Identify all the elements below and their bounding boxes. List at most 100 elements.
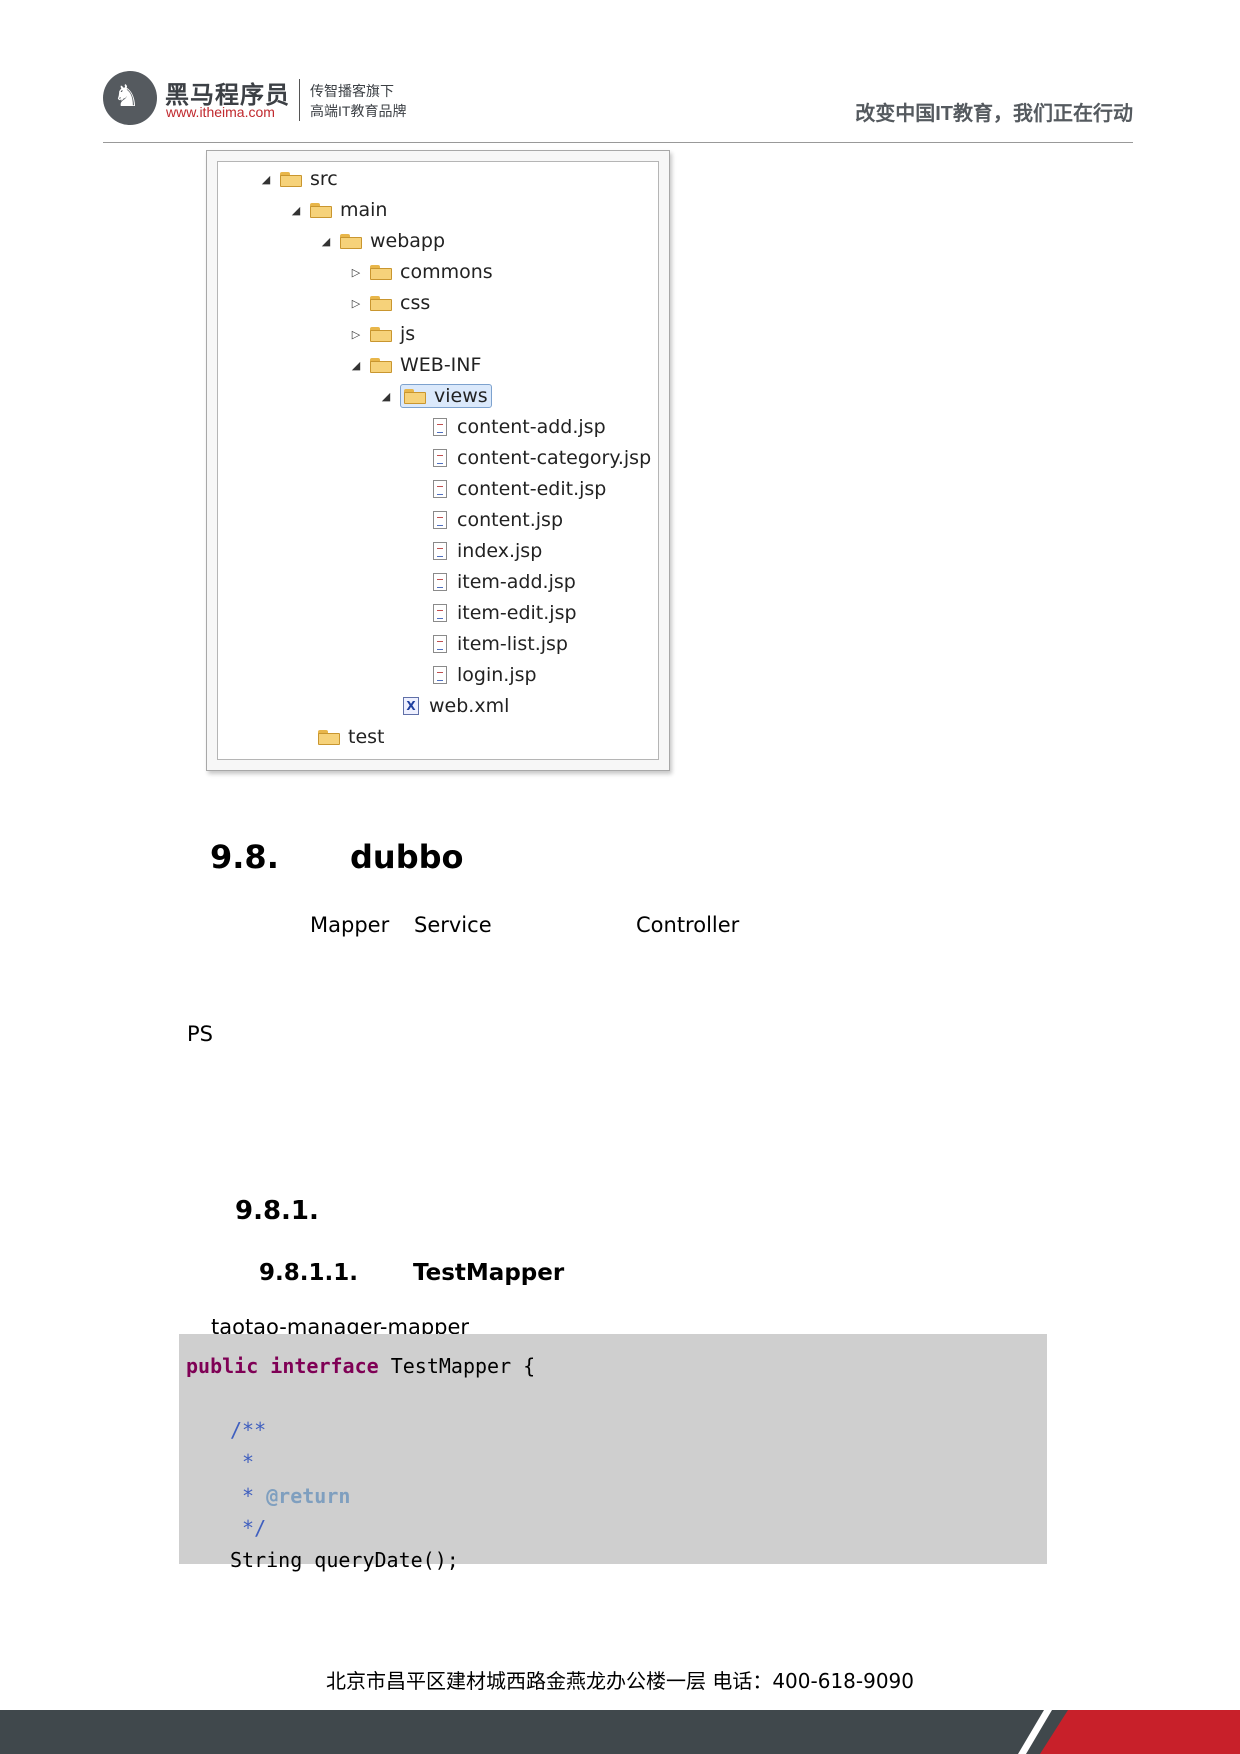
code-line-3: /** <box>230 1418 267 1442</box>
tree-item-label: index.jsp <box>457 540 543 562</box>
subsection-heading: 9.8.1. <box>235 1196 319 1226</box>
tree-item-label: content.jsp <box>457 509 564 531</box>
tree-item[interactable]: ◢ main <box>288 197 388 223</box>
jsp-file-icon <box>433 418 447 436</box>
tree-item[interactable]: content-add.jsp <box>433 414 606 440</box>
brand-tagline-1: 传智播客旗下 <box>310 83 394 99</box>
code-line-6: */ <box>230 1516 267 1540</box>
tree-item-label: main <box>340 199 388 221</box>
project-tree-screenshot: ◢ src ◢ main ◢ webapp ▷ commons ▷ css ▷ js ◢ WEB-INF ◢… <box>206 150 670 771</box>
tree-item[interactable]: ◢ src <box>258 166 338 192</box>
footer-accent <box>1040 1710 1240 1754</box>
code-line-7: String queryDate(); <box>230 1548 459 1572</box>
tree-item[interactable]: ◢ WEB-INF <box>348 352 482 378</box>
horse-logo-icon: ♞ <box>103 71 157 125</box>
collapse-arrow-icon[interactable]: ◢ <box>378 390 394 403</box>
jsp-file-icon <box>433 573 447 591</box>
jsp-file-icon <box>433 480 447 498</box>
folder-icon <box>370 357 392 373</box>
section-title: dubbo <box>350 838 464 876</box>
jsp-file-icon <box>433 666 447 684</box>
code-block: public interface TestMapper { /** * * @r… <box>179 1334 1047 1572</box>
tree-item[interactable]: ▷ commons <box>348 259 493 285</box>
collapse-arrow-icon[interactable]: ◢ <box>348 359 364 372</box>
folder-icon <box>370 264 392 280</box>
code-line-1: public interface TestMapper { <box>186 1354 535 1378</box>
tree-item[interactable]: item-list.jsp <box>433 631 568 657</box>
tree-item[interactable]: login.jsp <box>433 662 537 688</box>
tree-item-label: content-edit.jsp <box>457 478 607 500</box>
section-heading: 9.8. dubbo <box>210 838 463 876</box>
tree-item-label: css <box>400 292 431 314</box>
jsp-file-icon <box>433 542 447 560</box>
folder-icon <box>340 233 362 249</box>
tree-item-label: js <box>400 323 416 345</box>
tree-item-label: login.jsp <box>457 664 537 686</box>
text-controller: Controller <box>636 913 740 937</box>
tree-item[interactable]: item-add.jsp <box>433 569 576 595</box>
tree-item-label: item-add.jsp <box>457 571 576 593</box>
text-mapper: Mapper <box>310 913 390 937</box>
xml-file-icon: X <box>403 697 419 715</box>
collapse-arrow-icon[interactable]: ◢ <box>318 235 334 248</box>
brand-divider <box>299 79 300 121</box>
tree-item[interactable]: ◢ views <box>378 383 492 409</box>
tree-item-label: WEB-INF <box>400 354 482 376</box>
tree-item-label: views <box>434 385 488 407</box>
tree-item[interactable]: ▷ css <box>348 290 430 316</box>
tree-item-label: web.xml <box>429 695 510 717</box>
subsubsection-number: 9.8.1.1. <box>259 1260 358 1286</box>
folder-icon <box>310 202 332 218</box>
tree-item[interactable]: Xweb.xml <box>403 693 509 719</box>
header-divider <box>103 142 1133 143</box>
code-line-4: * <box>230 1450 255 1474</box>
tree-item[interactable]: ◢ webapp <box>318 228 445 254</box>
text-ps: PS <box>187 1022 213 1046</box>
expand-arrow-icon[interactable]: ▷ <box>348 297 364 310</box>
code-comment-star: * <box>230 1484 267 1508</box>
folder-icon <box>280 171 302 187</box>
jsp-file-icon <box>433 635 447 653</box>
expand-arrow-icon[interactable]: ▷ <box>348 266 364 279</box>
tree-item-label: item-edit.jsp <box>457 602 577 624</box>
footer-address: 北京市昌平区建材城西路金燕龙办公楼一层 电话：400-618-9090 <box>325 1669 915 1693</box>
collapse-arrow-icon[interactable]: ◢ <box>258 173 274 186</box>
folder-icon <box>404 388 426 404</box>
header-slogan: 改变中国IT教育，我们正在行动 <box>855 103 1133 125</box>
collapse-arrow-icon[interactable]: ◢ <box>288 204 304 217</box>
jsp-file-icon <box>433 511 447 529</box>
tree-item-label: src <box>310 168 338 190</box>
tree-item[interactable]: test <box>318 724 385 750</box>
code-return-tag: @return <box>266 1484 351 1508</box>
code-line-5: * @return <box>230 1484 350 1508</box>
tree-item[interactable]: item-edit.jsp <box>433 600 577 626</box>
tree-item-label: item-list.jsp <box>457 633 568 655</box>
tree-item-label: test <box>348 726 385 748</box>
tree-item[interactable]: content.jsp <box>433 507 563 533</box>
expand-arrow-icon[interactable]: ▷ <box>348 328 364 341</box>
subsubsection-title: TestMapper <box>413 1260 565 1286</box>
tree-item-label: content-category.jsp <box>457 447 652 469</box>
tree-item[interactable]: content-category.jsp <box>433 445 651 471</box>
code-interface-name: TestMapper { <box>378 1354 536 1378</box>
tree-item-label: webapp <box>370 230 446 252</box>
tree-item-label: commons <box>400 261 493 283</box>
tree-item[interactable]: content-edit.jsp <box>433 476 606 502</box>
code-keyword-public: public <box>186 1354 259 1378</box>
text-service: Service <box>414 913 492 937</box>
code-keyword-interface: interface <box>270 1354 379 1378</box>
brand-url: www.itheima.com <box>166 104 275 120</box>
jsp-file-icon <box>433 604 447 622</box>
brand-tagline-2: 高端IT教育品牌 <box>310 103 407 119</box>
tree-item[interactable]: index.jsp <box>433 538 542 564</box>
tree-item-label: content-add.jsp <box>457 416 606 438</box>
jsp-file-icon <box>433 449 447 467</box>
folder-icon <box>370 295 392 311</box>
selected-highlight: views <box>400 384 492 408</box>
section-number: 9.8. <box>210 838 279 876</box>
subsubsection-heading: 9.8.1.1. TestMapper <box>259 1260 564 1286</box>
brand-logo: ♞ 黑马程序员 www.itheima.com 传智播客旗下 高端IT教育品牌 <box>103 71 433 129</box>
tree-item[interactable]: ▷ js <box>348 321 415 347</box>
project-tree: ◢ src ◢ main ◢ webapp ▷ commons ▷ css ▷ js ◢ WEB-INF ◢… <box>217 161 659 760</box>
folder-icon <box>318 729 340 745</box>
